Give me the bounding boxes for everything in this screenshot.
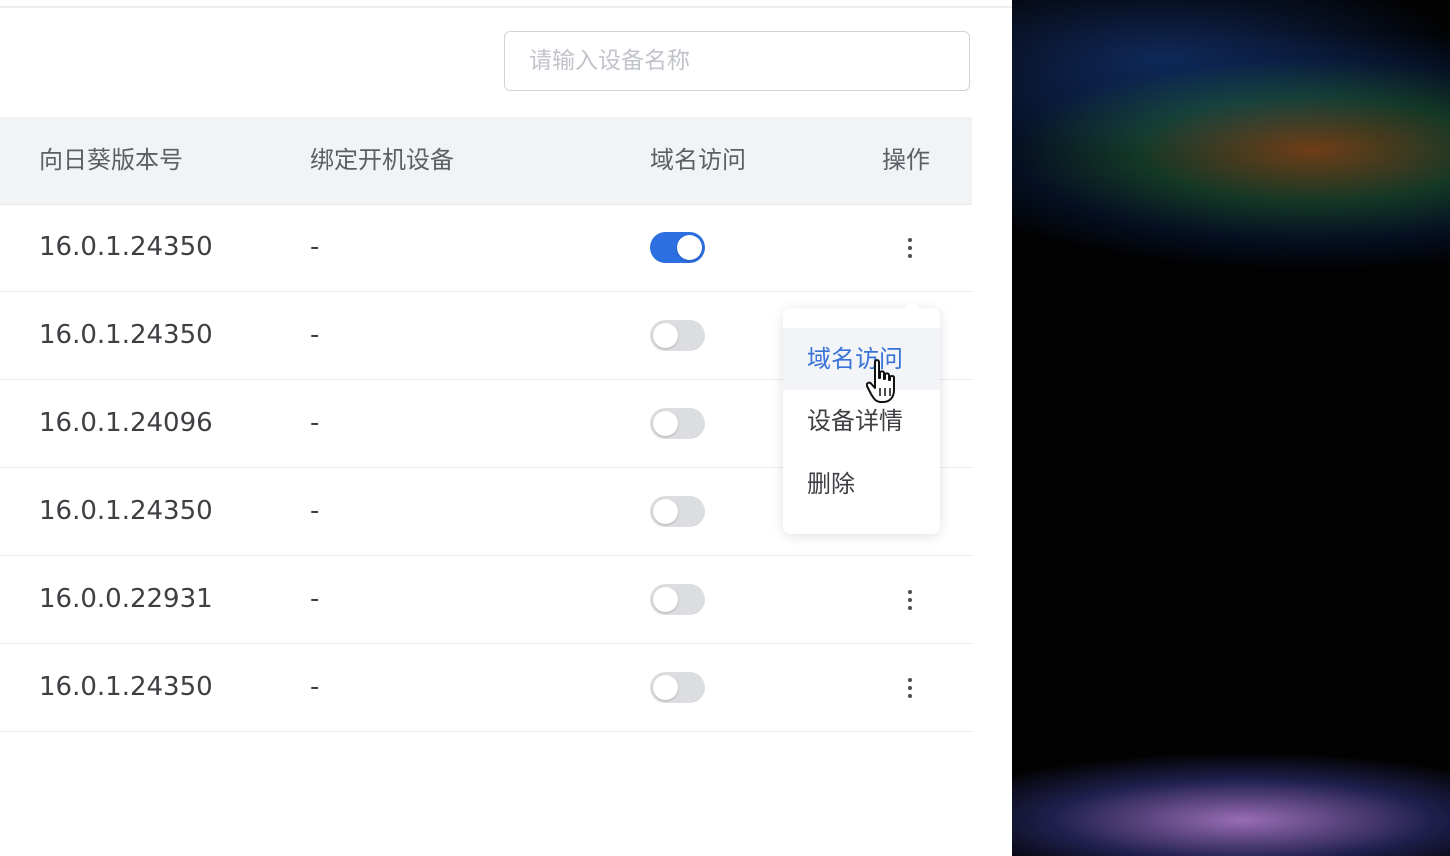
header-version: 向日葵版本号: [39, 146, 183, 174]
desktop-wallpaper: [1012, 0, 1450, 856]
header-domain-access: 域名访问: [650, 146, 746, 174]
bound-device-cell: -: [310, 672, 320, 702]
bound-device-cell: -: [310, 408, 320, 438]
menu-item-delete[interactable]: 删除: [783, 453, 940, 515]
menu-item-device-details[interactable]: 设备详情: [783, 390, 940, 452]
toggle-knob: [653, 675, 678, 700]
table-row: 16.0.1.24350 -: [0, 204, 972, 292]
version-cell: 16.0.1.24350: [39, 672, 213, 702]
more-actions-icon[interactable]: [896, 672, 924, 704]
menu-item-domain-access[interactable]: 域名访问: [783, 328, 940, 390]
version-cell: 16.0.1.24096: [39, 408, 213, 438]
table-row: 16.0.1.24350 -: [0, 644, 972, 732]
domain-access-toggle[interactable]: [650, 496, 705, 527]
version-cell: 16.0.1.24350: [39, 232, 213, 262]
domain-access-toggle[interactable]: [650, 672, 705, 703]
header-actions: 操作: [882, 146, 930, 174]
header-bound-device: 绑定开机设备: [310, 146, 454, 174]
hand-pointer-cursor-icon: [866, 359, 895, 403]
dropdown-arrow: [903, 300, 921, 309]
version-cell: 16.0.1.24350: [39, 496, 213, 526]
more-actions-icon[interactable]: [896, 584, 924, 616]
domain-access-toggle[interactable]: [650, 232, 705, 263]
table-row: 16.0.0.22931 -: [0, 556, 972, 644]
row-actions-dropdown: 域名访问 设备详情 删除: [783, 300, 940, 534]
bound-device-cell: -: [310, 232, 320, 262]
toggle-knob: [653, 411, 678, 436]
device-list-panel: 向日葵版本号 绑定开机设备 域名访问 操作 16.0.1.24350 - 16.…: [0, 0, 1012, 856]
version-cell: 16.0.1.24350: [39, 320, 213, 350]
version-cell: 16.0.0.22931: [39, 584, 213, 614]
domain-access-toggle[interactable]: [650, 320, 705, 351]
more-actions-icon[interactable]: [896, 232, 924, 264]
top-divider: [0, 6, 1012, 8]
toggle-knob: [653, 499, 678, 524]
app-root: 向日葵版本号 绑定开机设备 域名访问 操作 16.0.1.24350 - 16.…: [0, 0, 1450, 856]
toggle-knob: [653, 323, 678, 348]
bound-device-cell: -: [310, 496, 320, 526]
bound-device-cell: -: [310, 584, 320, 614]
toggle-knob: [653, 587, 678, 612]
table-header: 向日葵版本号 绑定开机设备 域名访问 操作: [0, 117, 972, 205]
domain-access-toggle[interactable]: [650, 584, 705, 615]
domain-access-toggle[interactable]: [650, 408, 705, 439]
bound-device-cell: -: [310, 320, 320, 350]
device-name-search-input[interactable]: [504, 31, 970, 91]
toggle-knob: [677, 235, 702, 260]
